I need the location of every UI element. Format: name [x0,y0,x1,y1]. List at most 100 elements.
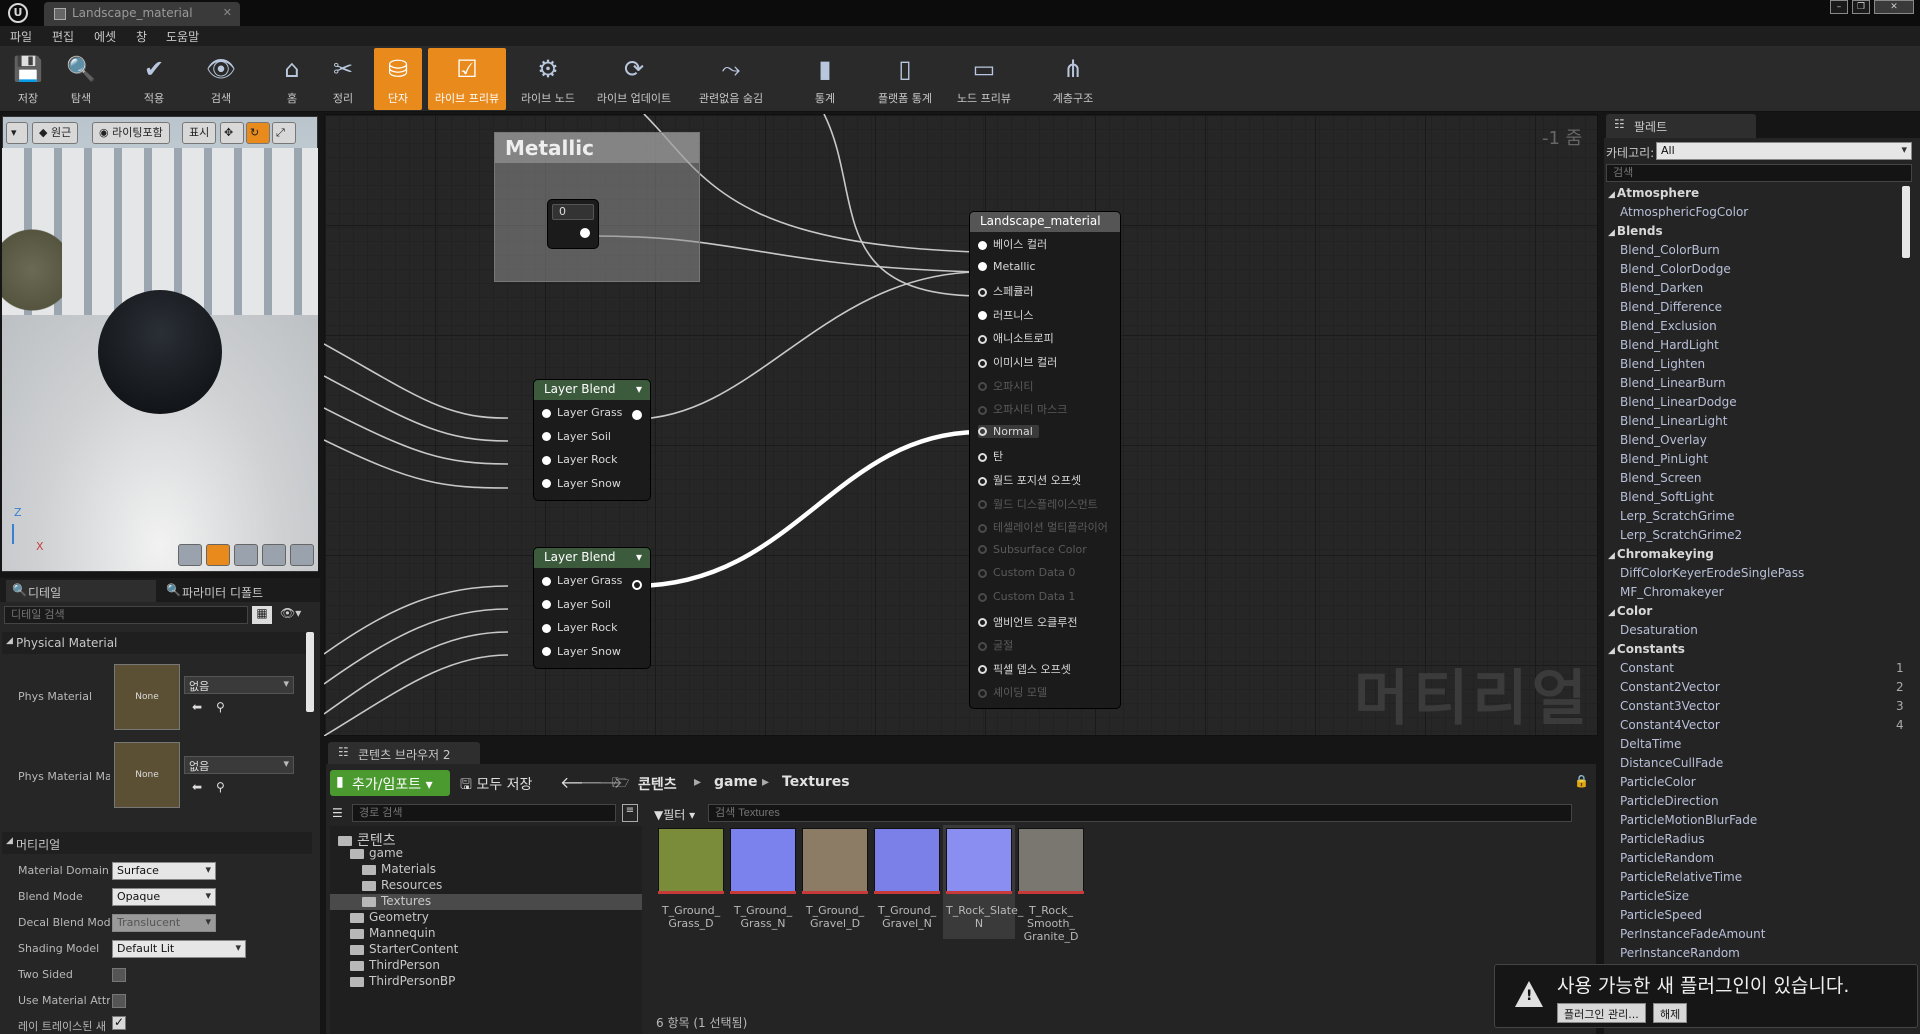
material-input-pin[interactable]: 스페큘러 [978,283,1033,299]
palette-category[interactable]: ◢ Atmosphere [1608,186,1699,200]
material-input-pin[interactable]: 오파시티 [978,378,1033,394]
palette-item[interactable]: Blend_Screen [1620,471,1701,485]
clean-up-button[interactable]: ✂ 정리 [320,48,366,110]
menu-item-2[interactable]: 에셋 [94,28,116,45]
material-input-pin[interactable]: 월드 디스플레이스먼트 [978,496,1098,512]
layer-blend-node-1[interactable]: Layer Blend ▾ Layer Grass Layer Soil Layer … [534,380,650,500]
input-pin-icon[interactable] [978,262,987,272]
tree-folder-item[interactable]: game [330,846,642,862]
tree-folder-item[interactable]: StarterContent [330,942,642,958]
palette-item[interactable]: Blend_Lighten [1620,357,1705,371]
details-search-input[interactable] [4,606,248,624]
input-pin-icon[interactable] [978,427,987,437]
palette-category[interactable]: ◢ Chromakeying [1608,547,1714,561]
use-selected-arrow-icon[interactable]: ⬅ [192,780,202,794]
input-pin-icon[interactable] [542,623,551,633]
layer-blend-2-pin[interactable]: Layer Grass [542,574,622,587]
save-all-button[interactable]: 🖫 모두 저장 [460,774,532,798]
manage-plugins-button[interactable]: 플러그인 관리... [1557,1003,1646,1023]
material-input-pin[interactable]: 굴절 [978,637,1013,653]
live-preview-button[interactable]: ☑ 라이브 프리뷰 [428,48,506,110]
input-pin-icon[interactable] [542,432,551,441]
palette-item[interactable]: Blend_Exclusion [1620,319,1717,333]
layer-blend-1-output-pin[interactable] [632,410,642,420]
browse-search-icon[interactable]: ⚲ [216,700,225,714]
expand-arrow-icon[interactable]: ◢ [1608,190,1615,200]
material-input-pin[interactable]: 월드 포지션 오프셋 [978,472,1081,488]
minimize-button[interactable]: – [1830,0,1848,14]
menu-item-3[interactable]: 창 [136,28,147,45]
texture-thumbnail[interactable] [946,828,1012,894]
two-sided-checkbox[interactable] [112,968,126,982]
live-update-button[interactable]: ⟳ 라이브 업데이트 [592,48,676,110]
input-pin-icon[interactable] [542,408,551,418]
section-material[interactable]: ◢ 머티리얼 [2,832,312,854]
rotate-icon[interactable]: ↻ [246,122,270,144]
grid-view-icon[interactable]: ▦ [252,606,272,624]
input-pin-icon[interactable] [978,665,987,675]
constant-node[interactable]: 0 [548,200,598,248]
material-input-pin[interactable]: Metallic [978,260,1036,273]
breadcrumb-game[interactable]: game [714,774,758,790]
scale-icon[interactable]: ⤢ [272,122,296,144]
input-pin-icon[interactable] [978,240,987,250]
input-pin-icon[interactable] [978,358,987,368]
palette-item[interactable]: ParticleSize [1620,889,1689,903]
dismiss-button[interactable]: 해제 [1653,1003,1688,1023]
asset-search-input[interactable] [708,804,1572,822]
material-input-pin[interactable]: 셰이딩 모델 [978,684,1047,700]
palette-category[interactable]: ◢ Constants [1608,642,1685,656]
material-input-pin[interactable]: 베이스 컬러 [978,236,1047,252]
maximize-button[interactable]: ❐ [1852,0,1870,14]
use-selected-arrow-icon[interactable]: ⬅ [192,700,202,714]
menu-item-1[interactable]: 편집 [52,28,74,45]
stats-button[interactable]: ▮ 통계 [802,48,848,110]
palette-item[interactable]: Blend_LinearLight [1620,414,1727,428]
input-pin-icon[interactable] [978,476,987,486]
ray-tracing-checkbox[interactable] [112,1015,126,1030]
translate-icon[interactable]: ✥ [220,122,244,144]
layer-blend-1-pin[interactable]: Layer Snow [542,477,621,490]
input-pin-icon[interactable] [978,688,987,698]
palette-scrollbar[interactable] [1902,186,1910,258]
close-window-button[interactable]: ✕ [1874,0,1914,14]
menu-item-0[interactable]: 파일 [10,28,32,45]
palette-item[interactable]: PerInstanceFadeAmount [1620,927,1765,941]
layer-blend-2-pin[interactable]: Layer Snow [542,645,621,658]
expand-arrow-icon[interactable]: ◢ [1608,608,1615,618]
layer-blend-node-2[interactable]: Layer Blend ▾ Layer Grass Layer Soil Layer … [534,548,650,668]
palette-item[interactable]: Blend_PinLight [1620,452,1708,466]
material-input-pin[interactable]: Custom Data 0 [978,566,1075,579]
live-nodes-button[interactable]: ⚙ 라이브 노드 [512,48,584,110]
constant-output-pin[interactable] [580,228,590,238]
palette-item[interactable]: DiffColorKeyerErodeSinglePass [1620,566,1804,580]
palette-item[interactable]: DeltaTime [1620,737,1681,751]
input-pin-icon[interactable] [542,455,551,465]
material-input-pin[interactable]: 앰비언트 오클루전 [978,614,1077,630]
material-input-pin[interactable]: Custom Data 1 [978,590,1075,603]
layer-blend-1-pin[interactable]: Layer Grass [542,406,622,419]
palette-item[interactable]: Blend_Overlay [1620,433,1707,447]
palette-item[interactable]: Blend_HardLight [1620,338,1719,352]
phys-material-mask-combo[interactable]: 없음 [184,756,294,774]
palette-item[interactable]: Blend_ColorDodge [1620,262,1731,276]
input-pin-icon[interactable] [978,452,987,462]
path-search-input[interactable] [352,804,616,822]
material-input-pin[interactable]: 탄 [978,448,1003,464]
constant-value[interactable]: 0 [552,204,594,220]
phys-material-thumbnail[interactable]: None [114,664,180,730]
hide-unrelated-button[interactable]: ⤳ 관련없음 숨김 [682,48,780,110]
home-button[interactable]: ⌂ 홈 [268,48,316,110]
input-pin-icon[interactable] [978,500,987,510]
material-input-pin[interactable]: 테셀레이션 멀티플라이어 [978,519,1108,535]
apply-button[interactable]: ✔ 적용 [128,48,180,110]
input-pin-icon[interactable] [978,618,987,628]
input-pin-icon[interactable] [542,600,551,609]
palette-category[interactable]: ◢ Blends [1608,224,1663,238]
palette-item[interactable]: Constant3Vector [1620,699,1720,713]
show-button[interactable]: 표시 [182,122,217,144]
layer-blend-1-pin[interactable]: Layer Rock [542,453,617,466]
palette-item[interactable]: Constant4Vector [1620,718,1720,732]
hierarchy-button[interactable]: ⋔ 계층구조 [1040,48,1106,110]
perspective-button[interactable]: ◆ 원근 [32,122,79,144]
